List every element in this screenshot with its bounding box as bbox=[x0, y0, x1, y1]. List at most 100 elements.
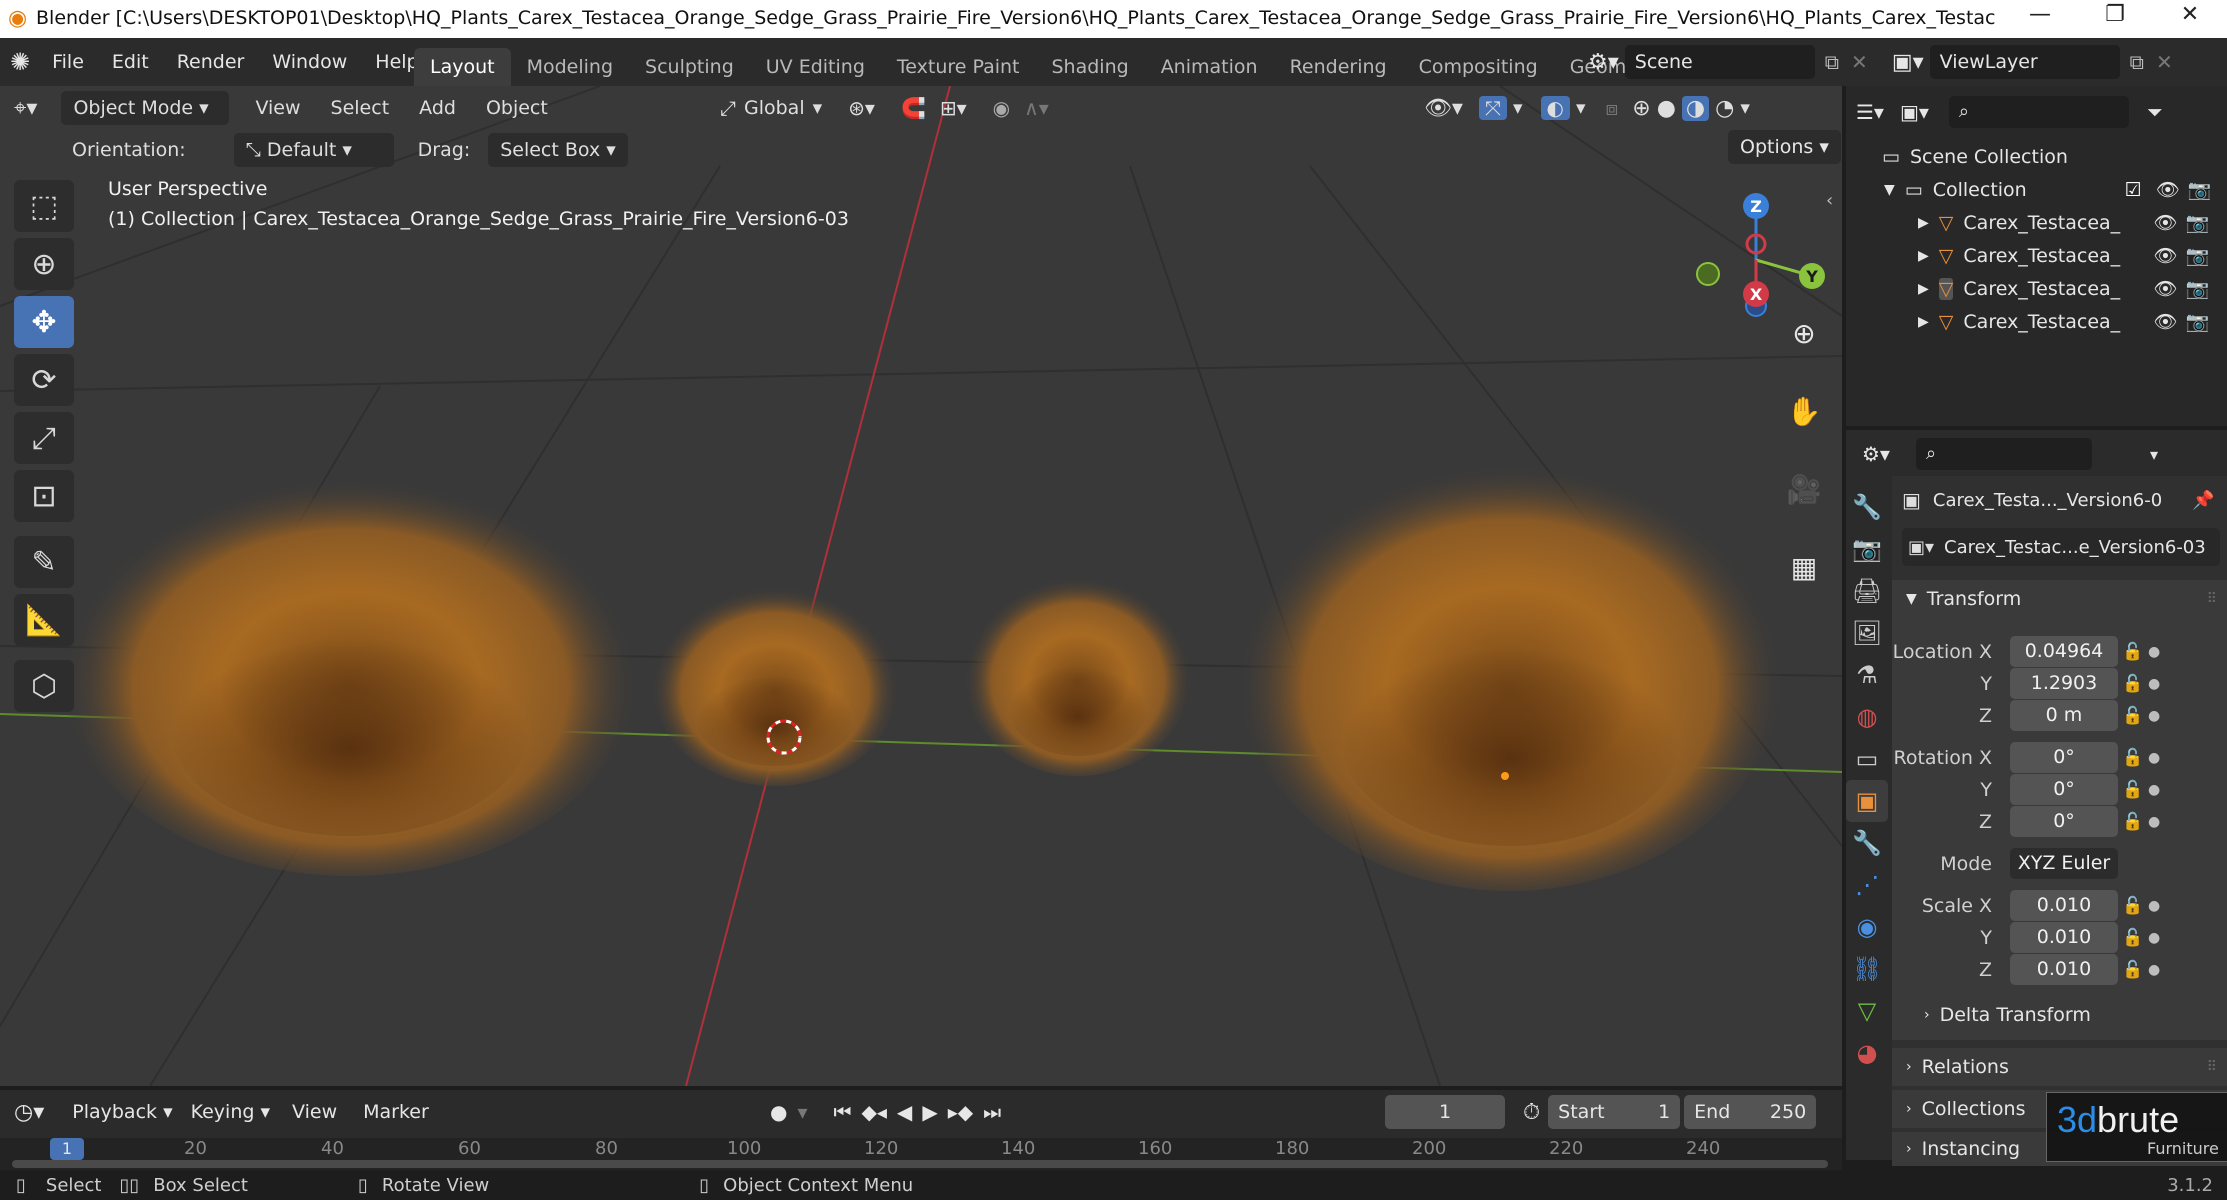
annotate-tool[interactable]: ✎ bbox=[14, 536, 74, 588]
grass-clump-1[interactable] bbox=[60, 456, 640, 876]
scene-selector-icon[interactable]: ⚙▾ bbox=[1588, 50, 1619, 75]
properties-search-input[interactable]: ⌕ bbox=[1915, 438, 2092, 470]
material-tab-icon[interactable]: ◕ bbox=[1846, 1032, 1888, 1074]
expand-arrow-icon[interactable]: ▼ bbox=[1884, 182, 1895, 198]
drag-dropdown[interactable]: Select Box ▾ bbox=[488, 133, 628, 167]
keyframe-dot-icon[interactable]: ● bbox=[2148, 930, 2160, 946]
eye-icon[interactable]: 👁 bbox=[2153, 211, 2177, 234]
rotate-tool[interactable]: ⟳ bbox=[14, 354, 74, 406]
expand-arrow-icon[interactable]: ▶ bbox=[1918, 281, 1929, 297]
timeline-ruler[interactable]: 1 20 40 60 80 100 120 140 160 180 200 22… bbox=[0, 1138, 1842, 1170]
data-tab-icon[interactable]: ▽ bbox=[1846, 990, 1888, 1032]
orientation-dropdown[interactable]: ⤡ Default ▾ bbox=[233, 133, 394, 167]
lock-icon[interactable]: 🔓 bbox=[2118, 748, 2148, 768]
playback-menu[interactable]: Playback ▾ bbox=[72, 1101, 172, 1123]
keyframe-dot-icon[interactable]: ● bbox=[2148, 962, 2160, 978]
scale-x-field[interactable]: 0.010 bbox=[2010, 890, 2118, 921]
expand-arrow-icon[interactable]: ▶ bbox=[1918, 314, 1929, 330]
timeline-editor-icon[interactable]: ◷▾ bbox=[14, 1100, 44, 1125]
blender-menu-icon[interactable]: ✺ bbox=[10, 48, 30, 76]
object-tab-icon[interactable]: ▣ bbox=[1846, 780, 1888, 822]
chevron-down-icon[interactable]: ▾ bbox=[2150, 445, 2158, 464]
lock-icon[interactable]: 🔓 bbox=[2118, 812, 2148, 832]
chevron-down-icon[interactable]: ▾ bbox=[1576, 97, 1586, 119]
lock-icon[interactable]: 🔓 bbox=[2118, 674, 2148, 694]
world-tab-icon[interactable]: ◍ bbox=[1846, 696, 1888, 738]
eye-icon[interactable]: 👁 bbox=[2153, 277, 2177, 300]
keying-menu[interactable]: Keying ▾ bbox=[191, 1101, 270, 1123]
expand-arrow-icon[interactable]: ▶ bbox=[1918, 215, 1929, 231]
delete-scene-icon[interactable]: ✕ bbox=[1851, 50, 1868, 74]
perspective-toggle-icon[interactable]: ▦ bbox=[1781, 544, 1827, 590]
rotation-z-field[interactable]: 0° bbox=[2010, 806, 2118, 837]
camera-icon[interactable]: 📷 bbox=[2186, 277, 2210, 300]
xray-icon[interactable]: ⧈ bbox=[1606, 96, 1619, 120]
measure-tool[interactable]: 📐 bbox=[14, 594, 74, 646]
tab-animation[interactable]: Animation bbox=[1145, 48, 1274, 86]
playhead[interactable]: 1 bbox=[50, 1138, 84, 1160]
play-reverse-icon[interactable]: ◀ bbox=[897, 1100, 912, 1124]
scale-z-field[interactable]: 0.010 bbox=[2010, 954, 2118, 985]
new-scene-icon[interactable]: ⧉ bbox=[1825, 50, 1839, 74]
keyframe-dot-icon[interactable]: ● bbox=[2148, 644, 2160, 660]
record-keyframe-icon[interactable]: ● bbox=[770, 1100, 787, 1124]
eye-icon[interactable]: 👁 bbox=[2153, 244, 2177, 267]
pan-hand-icon[interactable]: ✋ bbox=[1781, 388, 1827, 434]
play-icon[interactable]: ▶ bbox=[922, 1100, 937, 1124]
pivot-point-icon[interactable]: ⊛▾ bbox=[848, 96, 875, 120]
constraints-tab-icon[interactable]: ⛓ bbox=[1846, 948, 1888, 990]
viewport-menu-object[interactable]: Object bbox=[486, 97, 548, 119]
editor-type-icon[interactable]: ⌖▾ bbox=[14, 96, 37, 121]
gizmo-toggle-icon[interactable]: ⤧ bbox=[1478, 96, 1507, 120]
outliner-search-input[interactable]: ⌕ bbox=[1948, 96, 2129, 128]
transform-tool[interactable]: ⊡ bbox=[14, 470, 74, 522]
delete-view-layer-icon[interactable]: ✕ bbox=[2156, 50, 2173, 74]
mode-dropdown[interactable]: Object Mode ▾ bbox=[61, 91, 230, 125]
outliner-editor-icon[interactable]: ☰▾ bbox=[1856, 100, 1884, 124]
grass-clump-3[interactable] bbox=[963, 566, 1193, 776]
view-layer-field[interactable]: ViewLayer bbox=[1929, 45, 2120, 79]
move-tool[interactable]: ✥ bbox=[14, 296, 74, 348]
keyframe-dot-icon[interactable]: ● bbox=[2148, 676, 2160, 692]
lock-icon[interactable]: 🔓 bbox=[2118, 780, 2148, 800]
outliner-collection[interactable]: ▼ ▭ Collection ☑ 👁 📷 bbox=[1846, 173, 2227, 206]
tab-texture-paint[interactable]: Texture Paint bbox=[881, 48, 1036, 86]
view-layer-tab-icon[interactable]: 🖼 bbox=[1846, 612, 1888, 654]
camera-icon[interactable]: 📷 bbox=[2188, 178, 2212, 201]
render-tab-icon[interactable]: 📷 bbox=[1846, 528, 1888, 570]
cursor-tool[interactable]: ⊕ bbox=[14, 238, 74, 290]
minimize-button[interactable]: — bbox=[2010, 2, 2070, 36]
outliner-item-active[interactable]: ▶ ▽ Carex_Testacea_ 👁 📷 bbox=[1846, 272, 2227, 305]
prev-keyframe-icon[interactable]: ◆◂ bbox=[862, 1100, 887, 1124]
transform-panel-header[interactable]: ▼ Transform ⠿ bbox=[1892, 580, 2227, 618]
lock-icon[interactable]: 🔓 bbox=[2118, 642, 2148, 662]
location-x-field[interactable]: 0.04964 bbox=[2010, 636, 2118, 667]
falloff-icon[interactable]: ∧▾ bbox=[1024, 96, 1049, 120]
keyframe-dot-icon[interactable]: ● bbox=[2148, 814, 2160, 830]
overlays-toggle-icon[interactable]: ◐ bbox=[1540, 96, 1570, 120]
stopwatch-icon[interactable]: ⏱ bbox=[1523, 1100, 1540, 1125]
end-frame-field[interactable]: End 250 bbox=[1684, 1095, 1817, 1129]
pin-icon[interactable]: 📌 bbox=[2192, 490, 2214, 511]
menu-edit[interactable]: Edit bbox=[98, 38, 163, 86]
visibility-icon[interactable]: 👁▾ bbox=[1424, 96, 1463, 121]
outliner-item[interactable]: ▶ ▽ Carex_Testacea_ 👁 📷 bbox=[1846, 239, 2227, 272]
lock-icon[interactable]: 🔓 bbox=[2118, 706, 2148, 726]
3d-viewport[interactable]: ⌖▾ Object Mode ▾ View Select Add Object … bbox=[0, 86, 1842, 1086]
grass-clump-4-selected[interactable] bbox=[1235, 441, 1785, 891]
maximize-button[interactable]: ❐ bbox=[2085, 2, 2145, 36]
rendered-shading-icon[interactable]: ◔ bbox=[1715, 96, 1734, 121]
eye-icon[interactable]: 👁 bbox=[2153, 310, 2177, 333]
rotation-mode-dropdown[interactable]: XYZ Euler ▾ bbox=[2010, 848, 2118, 905]
object-selector[interactable]: ▣▾ Carex_Testac...e_Version6-03 bbox=[1902, 528, 2220, 566]
close-window-button[interactable]: ✕ bbox=[2160, 2, 2220, 36]
transform-orientation-dropdown[interactable]: Global bbox=[744, 97, 805, 119]
scene-tab-icon[interactable]: ⚗ bbox=[1846, 654, 1888, 696]
camera-view-icon[interactable]: 🎥 bbox=[1781, 466, 1827, 512]
camera-icon[interactable]: 📷 bbox=[2186, 244, 2210, 267]
scale-tool[interactable]: ⤢ bbox=[14, 412, 74, 464]
camera-icon[interactable]: 📷 bbox=[2186, 211, 2210, 234]
jump-end-icon[interactable]: ⏭ bbox=[983, 1100, 1001, 1124]
chevron-down-icon[interactable]: ▾ bbox=[1740, 97, 1750, 119]
start-frame-field[interactable]: Start 1 bbox=[1548, 1095, 1681, 1129]
